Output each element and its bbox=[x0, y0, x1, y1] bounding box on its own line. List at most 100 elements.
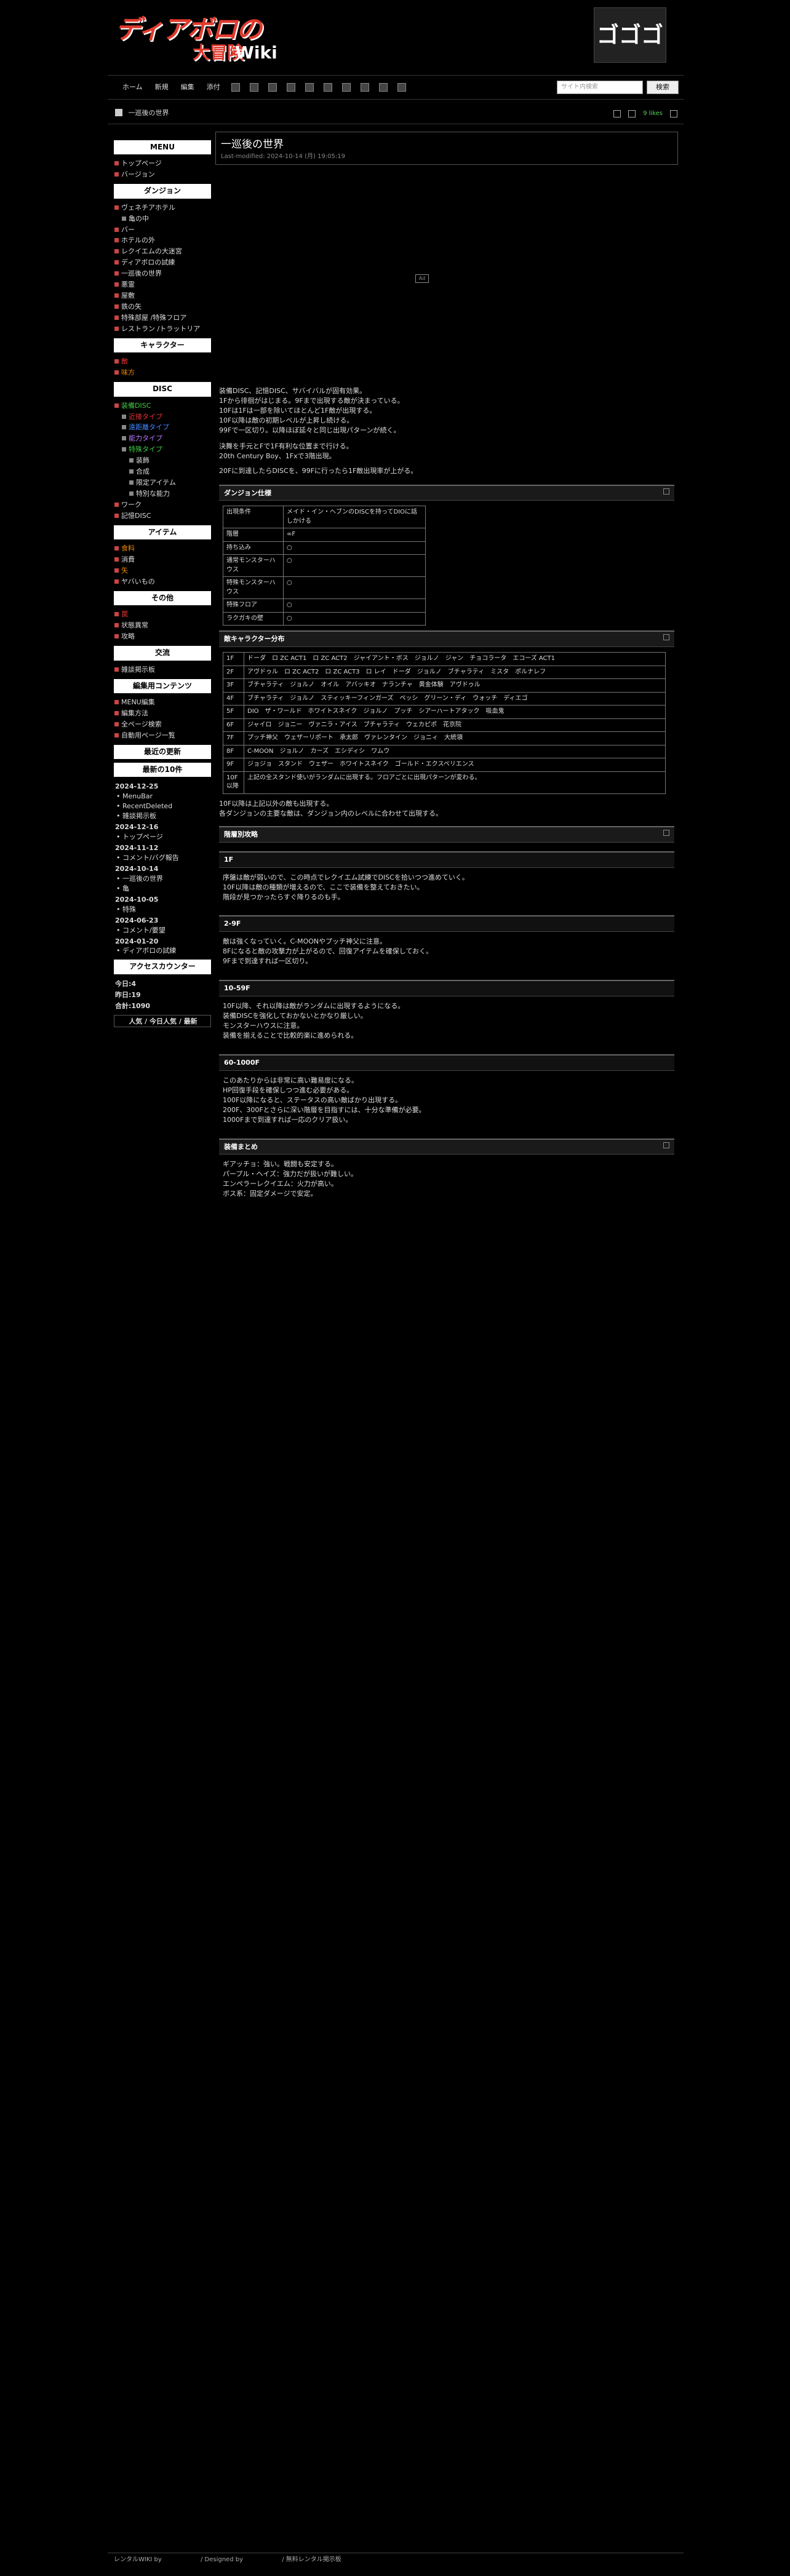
sidebar-item-edit[interactable]: 自動用ページ一覧 bbox=[114, 730, 211, 741]
sidebar-item-disc[interactable]: 装備DISC bbox=[114, 400, 211, 411]
enemy-row: 7F プッチ神父 ウェザーリポート 承太郎 ヴァレンタイン ジョニィ 大統領 bbox=[223, 731, 666, 745]
sidebar-item-dungeon[interactable]: ヴェネチアホテル bbox=[114, 202, 211, 213]
sidebar-item-strategy[interactable]: 攻略 bbox=[114, 631, 211, 642]
edit-icon[interactable] bbox=[663, 488, 669, 495]
toolbar-icon[interactable] bbox=[323, 83, 332, 92]
sidebar-item-edit[interactable]: 編集方法 bbox=[114, 708, 211, 719]
sidebar-item-disc[interactable]: 特別な能力 bbox=[114, 488, 211, 499]
sidebar-item-dungeon[interactable]: 屋敷 bbox=[114, 290, 211, 301]
sidebar-item-status[interactable]: 状態異常 bbox=[114, 620, 211, 631]
sidebar-item-dungeon[interactable]: ホテルの外 bbox=[114, 235, 211, 246]
sidebar-item-arrow[interactable]: 矢 bbox=[114, 565, 211, 576]
toolbar-icon[interactable] bbox=[268, 83, 277, 92]
toolbar-icon[interactable] bbox=[231, 83, 240, 92]
sidebar-item-disc[interactable]: 装飾 bbox=[114, 455, 211, 466]
subsection-line: 10F以降は敵の種類が増えるので、ここで装備を整えておきたい。 bbox=[223, 883, 424, 891]
subsection-line: 1000Fまで到達すれば一応のクリア扱い。 bbox=[223, 1115, 353, 1124]
intro-line: 装備DISC、記憶DISC、サバイバルが固有効果。 bbox=[219, 387, 367, 395]
rss-icon[interactable] bbox=[628, 110, 636, 118]
toolbar-icon[interactable] bbox=[305, 83, 314, 92]
sidebar-item-disc[interactable]: 近接タイプ bbox=[114, 411, 211, 423]
enemy-list: ドーダ ロ ZC ACT1 ロ ZC ACT2 ジャイアント・ボス ジョルノ ジ… bbox=[244, 652, 666, 666]
sidebar-item-dungeon[interactable]: 悪霊 bbox=[114, 279, 211, 290]
edit-icon[interactable] bbox=[663, 634, 669, 641]
sidebar-item-bbs[interactable]: 雑談掲示板 bbox=[114, 664, 211, 675]
enemy-list: プッチ神父 ウェザーリポート 承太郎 ヴァレンタイン ジョニィ 大統領 bbox=[244, 731, 666, 745]
sidebar-item-disc[interactable]: 遠距離タイプ bbox=[114, 422, 211, 433]
nav-edit[interactable]: 編集 bbox=[175, 82, 201, 92]
search-input[interactable]: サイト内検索 bbox=[557, 81, 643, 94]
sidebar-item-disc[interactable]: 特殊タイプ bbox=[114, 444, 211, 455]
site-footer: レンタルWIKI by / Designed by / 無料レンタル掲示板 bbox=[108, 2553, 684, 2566]
toolbar-icon[interactable] bbox=[360, 83, 369, 92]
sidebar-item-disc[interactable]: 合成 bbox=[114, 466, 211, 477]
sidebar-item-disc[interactable]: 限定アイテム bbox=[114, 477, 211, 488]
toolbar-icon[interactable] bbox=[286, 83, 295, 92]
sidebar-item-food[interactable]: 食料 bbox=[114, 543, 211, 554]
recent-item[interactable]: 雑談掲示板 bbox=[114, 811, 211, 821]
sidebar-item-dungeon[interactable]: ディアボロの試練 bbox=[114, 257, 211, 268]
sidebar-item-dungeon[interactable]: 特殊部屋 /特殊フロア bbox=[114, 312, 211, 324]
counter-tabs[interactable]: 人気 / 今日人気 / 最新 bbox=[114, 1014, 211, 1027]
sidebar-item-ally[interactable]: 味方 bbox=[114, 367, 211, 378]
page-title-box: 一巡後の世界 Last-modified: 2024-10-14 (月) 19:… bbox=[215, 132, 678, 165]
site-logo[interactable]: ディアボロの 大冒険 Wiki bbox=[115, 6, 277, 68]
recent-item[interactable]: トップページ bbox=[114, 832, 211, 842]
sidebar-item-enemy[interactable]: 敵 bbox=[114, 356, 211, 367]
enemy-row: 6F ジャイロ ジョニー ヴァニラ・アイス ブチャラティ ウェカピポ 花京院 bbox=[223, 718, 666, 733]
equip-line: ギアッチョ：強い。戦闘も安定する。 bbox=[223, 1160, 338, 1169]
edit-icon[interactable] bbox=[663, 829, 669, 836]
recent-item[interactable]: コメント/バグ報告 bbox=[114, 853, 211, 863]
enemy-row: 5F DIO ザ・ワールド ホワイトスネイク ジョルノ プッチ シアーハートアタッ… bbox=[223, 705, 666, 719]
spec-row: ラクガキの壁 ○ bbox=[222, 611, 426, 626]
toolbar-icon[interactable] bbox=[397, 83, 406, 92]
last-modified: Last-modified: 2024-10-14 (月) 19:05:19 bbox=[221, 153, 345, 160]
search-button[interactable]: 検索 bbox=[647, 81, 679, 94]
share-icon[interactable] bbox=[613, 110, 621, 118]
recent-item[interactable]: 一巡後の世界 bbox=[114, 874, 211, 884]
spec-row: 出現条件 メイド・イン・ヘブンのDISCを持ってDIOに話しかける bbox=[222, 506, 426, 529]
intro-line: 10Fは1Fは一部を除いてほとんど1F敵が出現する。 bbox=[219, 406, 377, 415]
nav-home[interactable]: ホーム bbox=[116, 82, 149, 92]
sidebar-item-edit[interactable]: 全ページ検索 bbox=[114, 719, 211, 730]
page-wrapper: ディアボロの 大冒険 Wiki ゴゴゴ ホーム 新規 編集 添付 サイト内検索 … bbox=[108, 0, 684, 2576]
recent-item[interactable]: RecentDeleted bbox=[114, 801, 211, 811]
recent-item[interactable]: 特殊 bbox=[114, 905, 211, 915]
sidebar-item-trap[interactable]: 罠 bbox=[114, 609, 211, 620]
edit-icon[interactable] bbox=[663, 1142, 669, 1148]
sidebar-item-danger[interactable]: ヤバいもの bbox=[114, 576, 211, 587]
toolbar-icon[interactable] bbox=[378, 83, 388, 92]
sidebar-item-edit[interactable]: MENU編集 bbox=[114, 697, 211, 708]
sidebar-item-disc[interactable]: 記憶DISC bbox=[114, 511, 211, 522]
home-icon[interactable] bbox=[115, 109, 122, 116]
counter-yesterday: 昨日:19 bbox=[115, 990, 141, 999]
like-count[interactable]: 9 likes bbox=[643, 109, 663, 119]
sidebar-item-dungeon[interactable]: 鉄の矢 bbox=[114, 301, 211, 312]
sidebar-item-dungeon[interactable]: レストラン /トラットリア bbox=[114, 324, 211, 335]
subsection-line: 装備DISCを強化しておかないとかなり厳しい。 bbox=[223, 1012, 367, 1020]
nav-new[interactable]: 新規 bbox=[149, 82, 175, 92]
toolbar-icon[interactable] bbox=[249, 83, 258, 92]
sidebar-item-dungeon[interactable]: 一巡後の世界 bbox=[114, 268, 211, 279]
sidebar-item-version[interactable]: バージョン bbox=[114, 169, 211, 180]
sidebar-item-dungeon[interactable]: バー bbox=[114, 225, 211, 236]
gear-icon[interactable] bbox=[670, 110, 677, 118]
recent-item[interactable]: コメント/要望 bbox=[114, 926, 211, 936]
ad-placeholder[interactable]: Ad bbox=[415, 274, 429, 283]
recent-date: 2024-01-20 bbox=[115, 937, 159, 945]
recent-item[interactable]: ディアボロの試練 bbox=[114, 946, 211, 956]
enemy-list: アヴドゥル ロ ZC ACT2 ロ ZC ACT3 ロ レイ ドーダ ジョルノ … bbox=[244, 665, 666, 680]
enemy-list: C-MOON ジョルノ カーズ エシディシ ワムウ bbox=[244, 744, 666, 759]
sidebar-item-disc[interactable]: 能力タイプ bbox=[114, 433, 211, 444]
sidebar-item-dungeon[interactable]: レクイエムの大迷宮 bbox=[114, 246, 211, 257]
recent-item[interactable]: 亀 bbox=[114, 884, 211, 894]
toolbar-icon[interactable] bbox=[341, 83, 351, 92]
recent-item[interactable]: MenuBar bbox=[114, 792, 211, 801]
sidebar-item-dungeon[interactable]: 亀の中 bbox=[114, 213, 211, 225]
footer-left: レンタルWIKI by bbox=[114, 2556, 162, 2563]
sidebar-item-consumable[interactable]: 消費 bbox=[114, 554, 211, 565]
sidebar-item-disc[interactable]: ワーク bbox=[114, 499, 211, 511]
section-heading-floors: 階層別攻略 bbox=[219, 825, 674, 843]
nav-attach[interactable]: 添付 bbox=[201, 82, 226, 92]
sidebar-item-top[interactable]: トップページ bbox=[114, 158, 211, 169]
